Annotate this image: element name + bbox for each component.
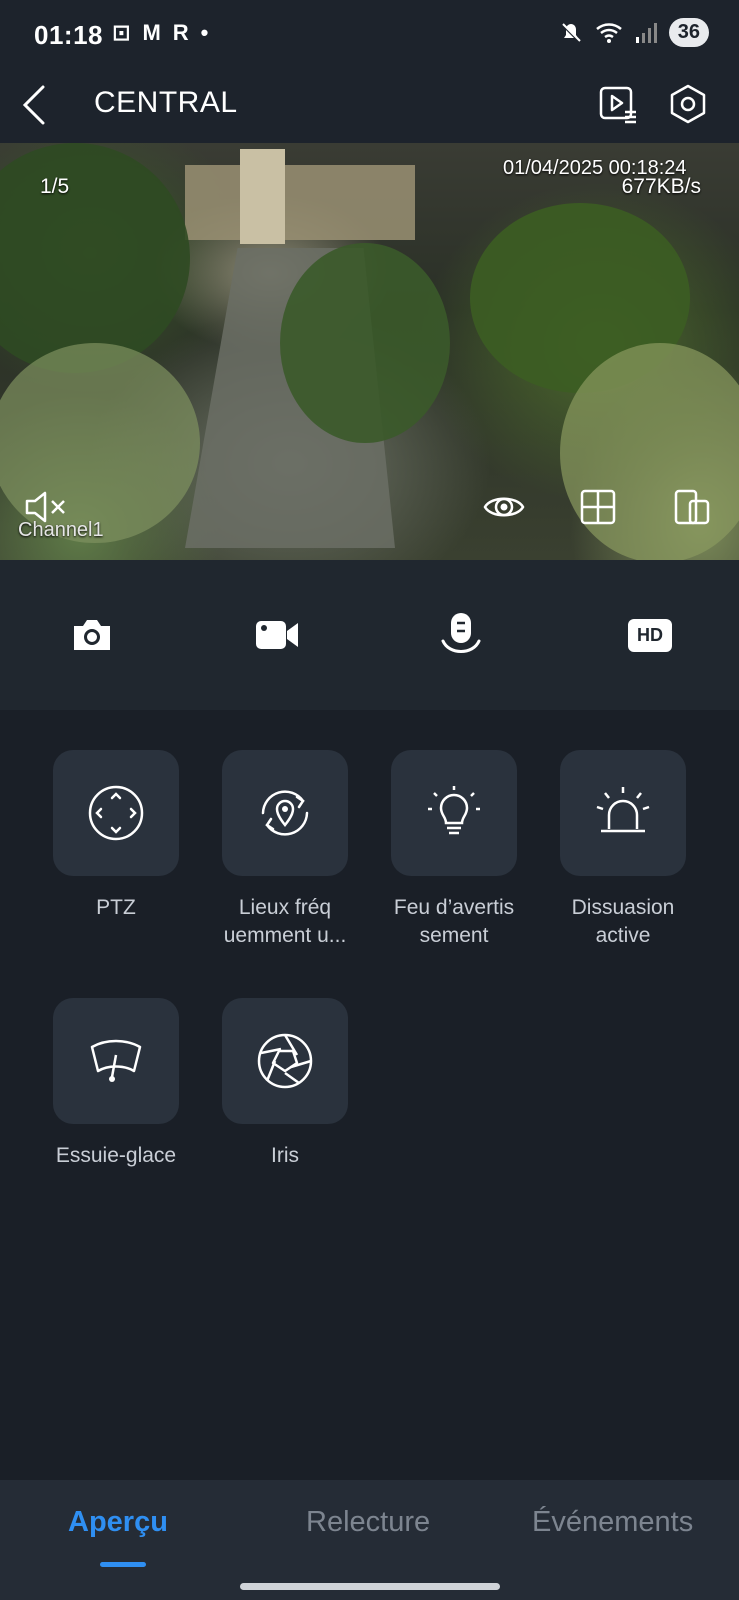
- rotate-screen-icon: [674, 489, 710, 525]
- gmail-app-icon: M: [142, 20, 161, 45]
- tile-label: PTZ: [96, 896, 136, 919]
- active-tab-indicator: [100, 1562, 146, 1567]
- playback-list-button[interactable]: [594, 80, 642, 128]
- live-video-feed[interactable]: 1/5 01/04/2025 00:18:24 677KB/s Channel1: [0, 143, 739, 560]
- ptz-icon: [88, 785, 144, 841]
- location-refresh-icon: [261, 790, 309, 836]
- tile-active-deterrence-box[interactable]: [560, 750, 686, 876]
- camera-icon: [74, 620, 110, 650]
- talk-button[interactable]: [436, 610, 486, 660]
- page-title: CENTRAL: [94, 86, 238, 119]
- tile-label: Feu d’avertis sement: [393, 896, 515, 947]
- scene-wall: [185, 165, 415, 240]
- wiper-icon: [90, 1039, 142, 1082]
- battery-indicator: 36: [668, 18, 709, 47]
- scene-pillar: [240, 149, 285, 244]
- tile-label: Essuie-glace: [55, 1144, 177, 1167]
- tile-ptz[interactable]: PTZ: [31, 750, 201, 922]
- fullscreen-rotate-button[interactable]: [670, 485, 714, 529]
- mute-icon: [560, 22, 581, 43]
- view-mode-button[interactable]: [482, 485, 526, 529]
- tile-wiper-box[interactable]: [53, 998, 179, 1124]
- live-toolbar: HD: [0, 560, 739, 710]
- status-time: 01:18: [34, 20, 103, 50]
- record-button[interactable]: [252, 610, 302, 660]
- wifi-icon: [595, 22, 622, 43]
- home-indicator[interactable]: [240, 1583, 500, 1590]
- signal-icon: [635, 22, 657, 43]
- r-app-icon: R: [172, 20, 189, 45]
- siren-icon: [596, 787, 650, 833]
- tile-label: Lieux fréq uemment u...: [223, 896, 347, 947]
- eye-icon: [483, 497, 525, 517]
- screenshot-app-icon: ⊡: [112, 20, 131, 45]
- status-bar: 01:18 ⊡ M R • 36: [0, 0, 739, 70]
- tab-evenements[interactable]: Événements: [532, 1506, 693, 1539]
- settings-button[interactable]: [664, 80, 712, 128]
- bitrate-readout: 677KB/s: [621, 175, 701, 198]
- multi-view-button[interactable]: [576, 485, 620, 529]
- snapshot-button[interactable]: [67, 610, 117, 660]
- channel-page-indicator: 1/5: [40, 175, 70, 198]
- status-app-icons: ⊡ M R •: [112, 20, 208, 46]
- chevron-left-icon: [22, 85, 45, 125]
- tile-wiper[interactable]: Essuie-glace: [31, 998, 201, 1170]
- tile-ptz-box[interactable]: [53, 750, 179, 876]
- tab-apercu[interactable]: Aperçu: [68, 1506, 168, 1539]
- tile-iris[interactable]: Iris: [200, 998, 370, 1170]
- tile-iris-box[interactable]: [222, 998, 348, 1124]
- microphone-icon: [441, 613, 481, 653]
- channel-name: Channel1: [18, 519, 104, 541]
- bottom-nav: Aperçu Relecture Événements: [0, 1480, 739, 1600]
- scene-bush: [0, 143, 190, 373]
- tile-frequent-places-box[interactable]: [222, 750, 348, 876]
- tab-relecture[interactable]: Relecture: [306, 1506, 430, 1539]
- hd-quality-button[interactable]: HD: [622, 610, 678, 660]
- tile-active-deterrence[interactable]: Dissuasion active: [538, 750, 708, 950]
- tile-label: Dissuasion active: [571, 896, 675, 947]
- tile-warning-light[interactable]: Feu d’avertis sement: [369, 750, 539, 950]
- dot-icon: •: [200, 20, 209, 45]
- hexagon-settings-icon: [670, 84, 706, 124]
- app-header: CENTRAL: [0, 70, 739, 143]
- status-indicators: 36: [559, 18, 709, 47]
- tile-warning-light-box[interactable]: [391, 750, 517, 876]
- hd-badge: HD: [628, 618, 672, 652]
- scene-bush: [280, 243, 450, 443]
- iris-icon: [257, 1033, 313, 1089]
- tile-label: Iris: [271, 1144, 299, 1167]
- tile-frequent-places[interactable]: Lieux fréq uemment u...: [200, 750, 370, 950]
- warning-light-icon: [428, 786, 480, 835]
- playback-list-icon: [599, 86, 636, 124]
- grid-icon: [580, 489, 616, 525]
- video-camera-icon: [256, 621, 298, 649]
- back-button[interactable]: [12, 80, 56, 130]
